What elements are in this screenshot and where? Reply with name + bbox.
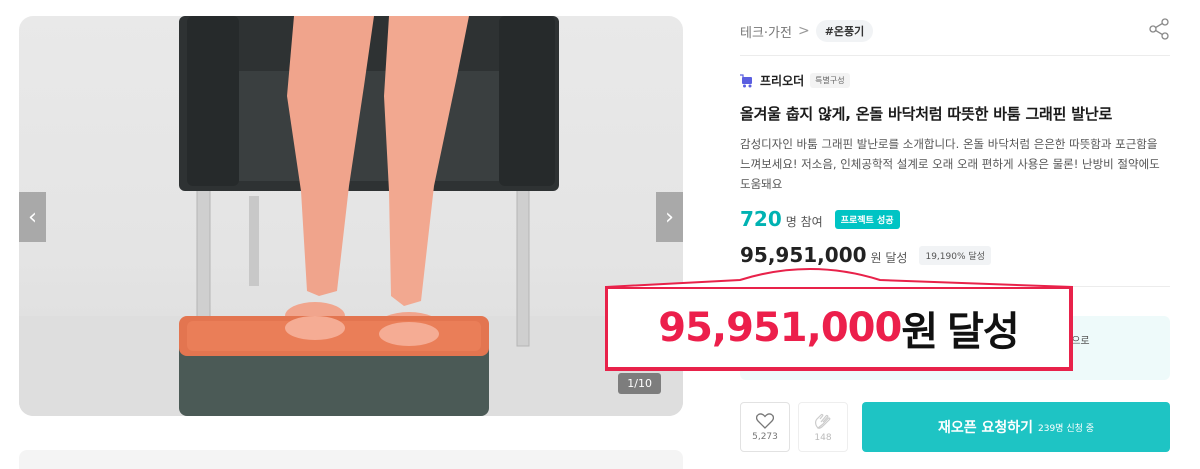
chevron-right-icon: › xyxy=(665,204,674,230)
heart-icon xyxy=(756,412,774,429)
amount-callout: 95,951,000 원 달성 xyxy=(606,287,1071,369)
like-count: 5,273 xyxy=(752,431,778,442)
cheer-count: 148 xyxy=(814,432,832,443)
gallery-next-button[interactable]: › xyxy=(656,192,683,242)
category-tag[interactable]: #온풍기 xyxy=(815,20,874,42)
cheer-button[interactable]: 148 xyxy=(798,402,848,452)
reopen-label: 재오픈 요청하기 xyxy=(937,420,1033,436)
chevron-left-icon: ‹ xyxy=(28,204,37,230)
maker-name: 프리오더 xyxy=(760,74,805,88)
breadcrumb-separator: > xyxy=(797,23,810,39)
project-title: 올겨울 춥지 않게, 온돌 바닥처럼 따뜻한 바툼 그래핀 발난로 xyxy=(740,105,1113,123)
callout-won: 원 xyxy=(901,309,938,355)
gallery-prev-button[interactable]: ‹ xyxy=(19,192,46,242)
success-badge: 프로젝트 성공 xyxy=(834,210,900,229)
maker-info: 프리오더 특별구성 xyxy=(740,72,850,89)
maker-badge: 특별구성 xyxy=(810,73,850,88)
breadcrumb-category[interactable]: 테크·가전 xyxy=(740,22,792,41)
like-button[interactable]: 5,273 xyxy=(740,402,790,452)
preorder-icon xyxy=(740,73,752,87)
breadcrumb: 테크·가전 > #온풍기 xyxy=(740,20,874,42)
share-icon[interactable] xyxy=(1146,16,1172,42)
participants-count: 720 xyxy=(740,207,782,231)
reopen-request-button[interactable]: 재오픈 요청하기 239명 신청 중 xyxy=(862,402,1170,452)
callout-amount: 95,951,000 xyxy=(658,305,902,351)
description-line: 도움돼요 xyxy=(740,177,783,191)
callout-achieved: 달성 xyxy=(947,309,1020,355)
project-page: ‹ › 1/10 테크·가전 > #온풍기 프리오더 특별구성 올겨울 춥지 않… xyxy=(0,0,1200,469)
reopen-subtext: 239명 신청 중 xyxy=(1038,423,1095,434)
content-card-edge xyxy=(19,450,683,469)
project-description: 감성디자인 바툼 그래핀 발난로를 소개합니다. 온돌 바닥처럼 은은한 따뜻함… xyxy=(740,134,1170,194)
clap-icon xyxy=(815,413,831,429)
participants-unit: 명 참여 xyxy=(785,215,823,229)
participants-row: 720 명 참여 프로젝트 성공 xyxy=(740,207,900,232)
divider xyxy=(740,55,1170,56)
description-line: 감성디자인 바툼 그래핀 발난로를 소개합니다. 온돌 바닥처럼 은은한 따뜻함… xyxy=(740,137,1158,151)
description-line: 느껴보세요! 저소음, 인체공학적 설계로 오래 오래 편하게 사용은 물론! … xyxy=(740,157,1160,171)
